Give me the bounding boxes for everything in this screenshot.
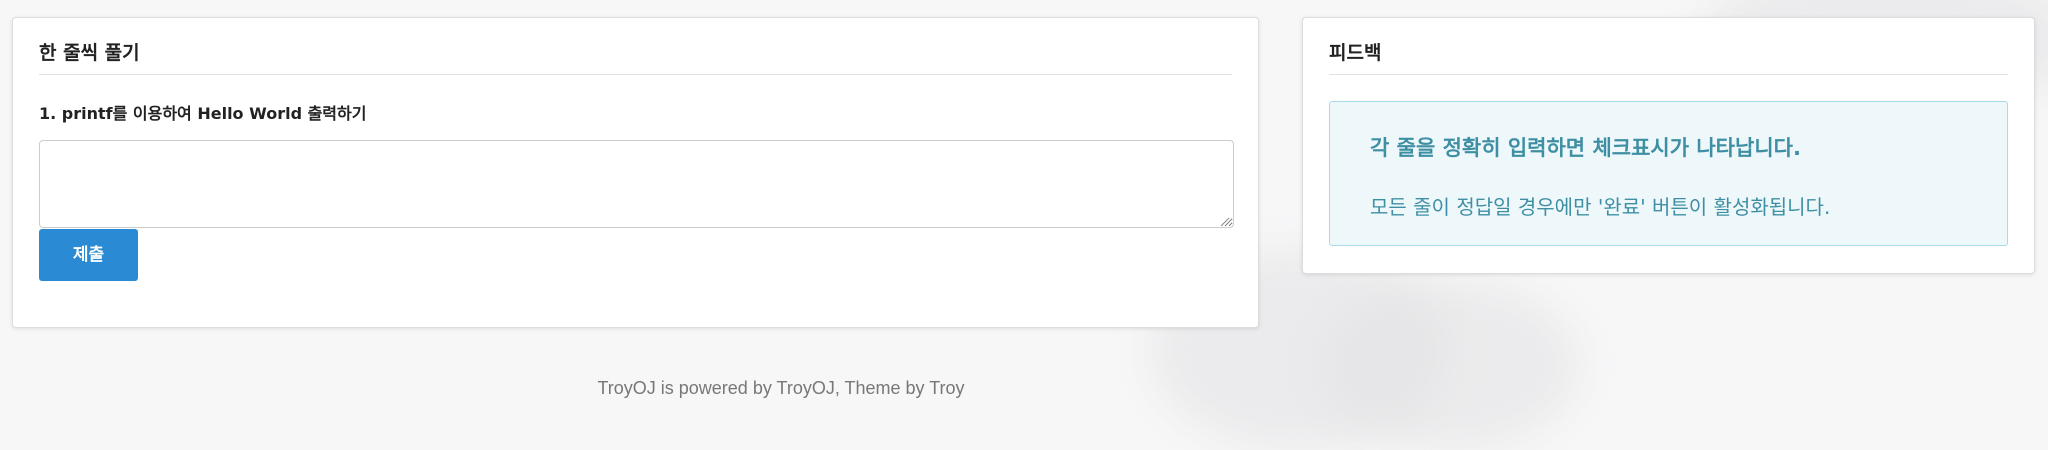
submit-button[interactable]: 제출	[39, 229, 138, 281]
question-label: 1. printf를 이용하여 Hello World 출력하기	[39, 104, 367, 123]
feedback-panel: 피드백 각 줄을 정확히 입력하면 체크표시가 나타납니다. 모든 줄이 정답일…	[1302, 17, 2035, 274]
footer-text: TroyOJ is powered by TroyOJ, Theme by Tr…	[597, 378, 965, 398]
alert-text: 모든 줄이 정답일 경우에만 '완료' 버튼이 활성화됩니다.	[1370, 195, 1831, 219]
panel-title: 한 줄씩 풀기	[39, 38, 1232, 75]
panel-title: 피드백	[1329, 38, 2008, 75]
feedback-alert: 각 줄을 정확히 입력하면 체크표시가 나타납니다. 모든 줄이 정답일 경우에…	[1329, 101, 2008, 246]
resize-grip-icon[interactable]	[1220, 217, 1230, 227]
line-by-line-panel: 한 줄씩 풀기 1. printf를 이용하여 Hello World 출력하기…	[12, 17, 1259, 328]
answer-input[interactable]	[39, 140, 1234, 228]
alert-heading: 각 줄을 정확히 입력하면 체크표시가 나타납니다.	[1370, 136, 1801, 160]
background-decoration	[1320, 280, 1580, 450]
